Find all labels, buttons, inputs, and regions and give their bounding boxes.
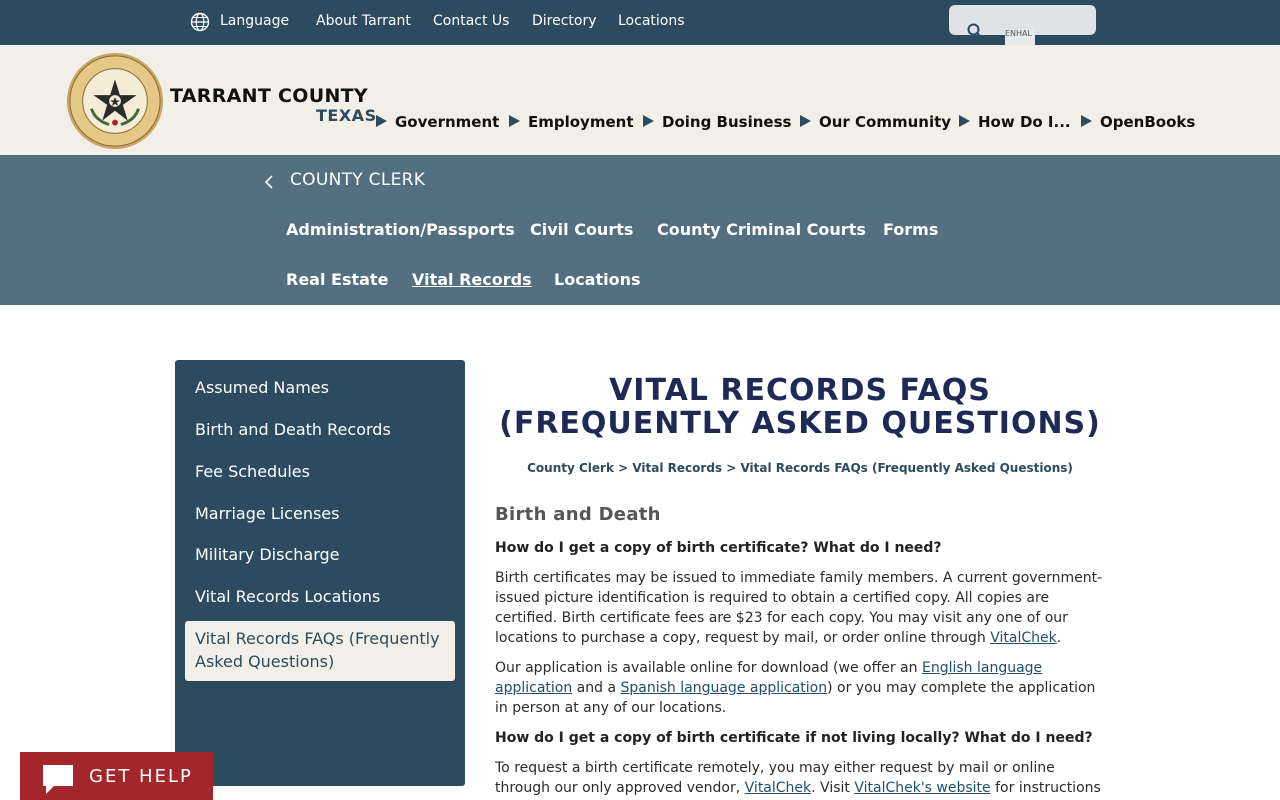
chevron-left-icon[interactable] xyxy=(263,173,275,191)
sidebar-item-fee-schedules[interactable]: Fee Schedules xyxy=(195,462,310,481)
dept-link-criminal-courts[interactable]: County Criminal Courts xyxy=(657,220,866,239)
department-title[interactable]: COUNTY CLERK xyxy=(290,170,425,190)
sidebar-item-assumed-names[interactable]: Assumed Names xyxy=(195,378,329,397)
sidebar-item-military-discharge[interactable]: Military Discharge xyxy=(195,545,340,564)
vitalchek-website-link[interactable]: VitalChek's website xyxy=(854,780,990,796)
sidebar-active-line: Asked Questions) xyxy=(195,652,335,671)
top-link-contact[interactable]: Contact Us xyxy=(433,13,509,29)
page-title: VITAL RECORDS FAQS (FREQUENTLY ASKED QUE… xyxy=(495,374,1105,440)
top-link-directory[interactable]: Directory xyxy=(532,13,597,29)
vitalchek-link[interactable]: VitalChek xyxy=(745,780,812,796)
nav-arrow-icon xyxy=(1081,115,1092,127)
dept-link-vital-records[interactable]: Vital Records xyxy=(412,270,532,289)
sidebar-item-vital-locations[interactable]: Vital Records Locations xyxy=(195,587,380,606)
nav-government[interactable]: Government xyxy=(395,113,499,131)
dept-link-real-estate[interactable]: Real Estate xyxy=(286,270,388,289)
get-help-label[interactable]: GET HELP xyxy=(89,766,193,787)
spanish-application-link[interactable]: Spanish language application xyxy=(621,680,828,696)
dept-link-forms[interactable]: Forms xyxy=(883,220,938,239)
page-title-line: VITAL RECORDS FAQS xyxy=(609,373,991,408)
answer-text: Our application is available online for … xyxy=(495,660,922,676)
brand-state: TEXAS xyxy=(316,106,377,125)
faq-answer: Birth certificates may be issued to imme… xyxy=(495,568,1110,648)
dept-link-civil-courts[interactable]: Civil Courts xyxy=(530,220,633,239)
answer-text: and a xyxy=(572,680,621,696)
top-link-locations[interactable]: Locations xyxy=(618,13,685,29)
nav-arrow-icon xyxy=(376,115,387,127)
dept-link-administration[interactable]: Administration/Passports xyxy=(286,220,515,239)
sidebar-item-marriage-licenses[interactable]: Marriage Licenses xyxy=(195,504,339,523)
nav-arrow-icon xyxy=(509,115,520,127)
brand-name[interactable]: TARRANT COUNTY xyxy=(170,85,368,107)
nav-doing-business[interactable]: Doing Business xyxy=(662,113,791,131)
chat-bubble-icon[interactable] xyxy=(40,762,76,796)
language-selector[interactable]: Language xyxy=(220,13,289,29)
answer-text: . Visit xyxy=(811,780,855,796)
faq-answer: Our application is available online for … xyxy=(495,658,1110,718)
globe-icon[interactable] xyxy=(190,12,210,32)
sidebar-item-vital-faqs[interactable]: Vital Records FAQs (Frequently Asked Que… xyxy=(185,621,455,681)
top-link-about[interactable]: About Tarrant xyxy=(316,13,411,29)
nav-employment[interactable]: Employment xyxy=(528,113,634,131)
faq-question: How do I get a copy of birth certificate… xyxy=(495,730,1093,746)
vitalchek-link[interactable]: VitalChek xyxy=(990,630,1057,646)
page-title-line: (FREQUENTLY ASKED QUESTIONS) xyxy=(499,406,1101,441)
faq-answer: To request a birth certificate remotely,… xyxy=(495,758,1110,798)
nav-how-do-i[interactable]: How Do I... xyxy=(978,113,1071,131)
dept-link-locations[interactable]: Locations xyxy=(554,270,641,289)
breadcrumb[interactable]: County Clerk > Vital Records > Vital Rec… xyxy=(495,461,1105,475)
nav-arrow-icon xyxy=(959,115,970,127)
enhanced-search-button[interactable]: ENHAL xyxy=(1005,29,1035,45)
nav-arrow-icon xyxy=(643,115,654,127)
section-heading: Birth and Death xyxy=(495,504,661,525)
sidebar-active-line: Vital Records FAQs (Frequently xyxy=(195,629,440,648)
answer-text: for instructions xyxy=(990,780,1101,796)
nav-our-community[interactable]: Our Community xyxy=(819,113,951,131)
answer-text: . xyxy=(1056,630,1062,646)
nav-openbooks[interactable]: OpenBooks xyxy=(1100,113,1195,131)
sidebar-item-birth-death[interactable]: Birth and Death Records xyxy=(195,420,391,439)
search-icon[interactable] xyxy=(966,22,984,40)
nav-arrow-icon xyxy=(800,115,811,127)
county-seal-logo[interactable] xyxy=(66,52,164,150)
faq-question: How do I get a copy of birth certificate… xyxy=(495,540,942,556)
